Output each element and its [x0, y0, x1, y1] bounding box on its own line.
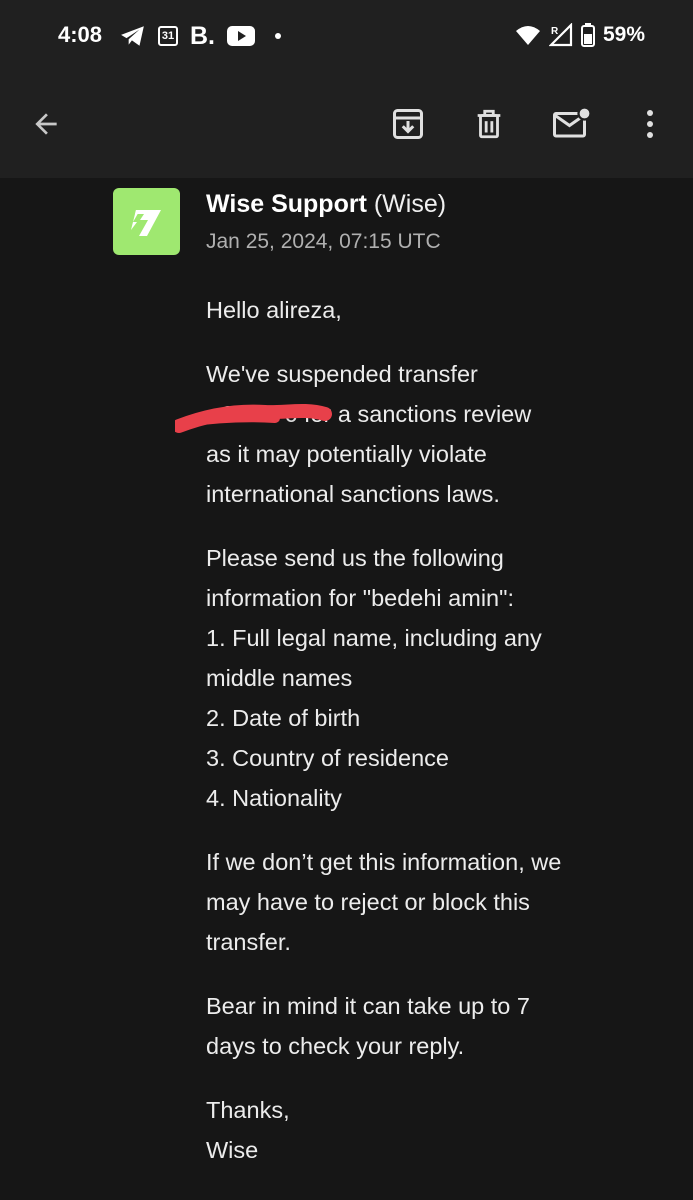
status-bar: 4:08 31 B. R 59%: [0, 0, 693, 70]
calendar-icon: 31: [158, 26, 178, 46]
back-button[interactable]: [22, 100, 70, 148]
list-item: 2. Date of birth: [206, 705, 361, 731]
status-notification-icons: 31 B.: [120, 22, 281, 50]
greeting: Hello alireza,: [206, 297, 342, 323]
body-line: as it may potentially violate: [206, 441, 487, 467]
signoff: Thanks,: [206, 1097, 290, 1123]
mark-unread-button[interactable]: [547, 100, 595, 148]
youtube-icon: [227, 26, 255, 46]
booking-icon: B.: [190, 22, 215, 50]
status-time: 4:08: [58, 22, 103, 47]
telegram-icon: [121, 26, 144, 46]
archive-button[interactable]: [384, 100, 432, 148]
email-content: Wise Support (Wise) Jan 25, 2024, 07:15 …: [0, 178, 693, 1200]
back-arrow-icon: [35, 113, 57, 135]
list-item-continued: middle names: [206, 665, 353, 691]
sender-name: Wise Support: [206, 190, 367, 218]
body-line: If we don’t get this information, we: [206, 849, 562, 875]
status-system-icons: R 59%: [515, 20, 645, 50]
battery-icon: [580, 23, 595, 47]
body-line: We've suspended transfer: [206, 361, 478, 387]
archive-icon: [393, 109, 423, 139]
list-item: 1. Full legal name, including any: [206, 625, 542, 651]
email-date: Jan 25, 2024, 07:15 UTC: [206, 230, 441, 253]
more-options-button[interactable]: [626, 100, 674, 148]
body-line: Bear in mind it can take up to 7: [206, 993, 530, 1019]
wise-logo-icon: [130, 209, 161, 236]
svg-text:R: R: [551, 26, 559, 37]
redaction-scribble: [175, 403, 332, 433]
paragraph-warning: If we don’t get this information, we may…: [206, 842, 626, 962]
body-line: days to check your reply.: [206, 1033, 465, 1059]
paragraph-timing: Bear in mind it can take up to 7 days to…: [206, 986, 626, 1066]
delete-button[interactable]: [465, 100, 513, 148]
battery-percent: 59%: [602, 23, 645, 46]
signal-icon: R: [548, 23, 573, 47]
body-line: Please send us the following: [206, 545, 504, 571]
email-toolbar: [0, 70, 693, 178]
mark-unread-icon: [553, 106, 591, 138]
body-line: information for "bedehi amin":: [206, 585, 514, 611]
notification-dot: [275, 33, 281, 39]
list-item: 3. Country of residence: [206, 745, 449, 771]
body-line: may have to reject or block this: [206, 889, 530, 915]
signature: Wise: [206, 1137, 259, 1163]
body-line: international sanctions laws.: [206, 481, 500, 507]
signoff-paragraph: Thanks, Wise: [206, 1090, 626, 1170]
sender-line[interactable]: Wise Support (Wise): [206, 186, 446, 222]
list-item: 4. Nationality: [206, 785, 342, 811]
delete-icon: [477, 109, 501, 139]
more-vert-icon: [647, 110, 653, 138]
sender-org: (Wise): [373, 190, 447, 218]
greeting-paragraph: Hello alireza,: [206, 290, 626, 330]
wifi-icon: [515, 26, 540, 45]
sender-avatar[interactable]: [113, 188, 180, 255]
paragraph-request: Please send us the following information…: [206, 538, 626, 818]
email-screen: 4:08 31 B. R 59% Wise Support (Wise) Jan…: [0, 0, 693, 1200]
calendar-day: 31: [161, 30, 175, 42]
body-line: transfer.: [206, 929, 291, 955]
